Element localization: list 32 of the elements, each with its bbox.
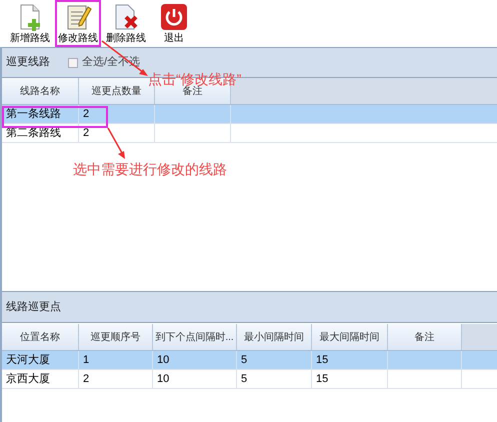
table-row[interactable]: 第一条线路 2 [2,105,497,124]
toolbar-button[interactable]: 删除路线 [106,3,146,44]
table-cell: 10 [153,351,237,369]
table-cell: 天河大厦 [2,351,79,369]
panel-title: 线路巡更点 [6,300,61,315]
toolbar-button[interactable]: 新增路线 [10,3,50,44]
table-cell: 第一条线路 [2,105,79,123]
column-header[interactable]: 位置名称 [2,324,79,350]
table-row[interactable]: 京西大厦 2 10 5 15 [2,370,497,389]
toolbar-button[interactable]: 退出 [154,3,194,44]
toolbar-button[interactable]: 修改路线 [58,3,98,44]
table-cell: 1 [79,351,153,369]
table-cell: 2 [79,105,155,123]
column-header[interactable]: 最大间隔时间 [312,324,388,350]
column-header[interactable]: 最小间隔时间 [237,324,312,350]
table-cell: 15 [312,370,388,388]
table-cell: 10 [153,370,237,388]
table-cell: 2 [79,370,153,388]
annotation-text: 选中需要进行修改的线路 [73,160,227,179]
table-cell: 5 [237,370,312,388]
column-header[interactable]: 线路名称 [2,78,79,104]
arrow [107,127,127,161]
table-cell: 5 [237,351,312,369]
column-header[interactable]: 到下个点间隔时... [153,324,237,350]
table-row[interactable]: 天河大厦 1 10 5 15 [2,351,497,370]
table-cell: 15 [312,351,388,369]
table-cell: 京西大厦 [2,370,79,388]
panel-title: 巡更线路 [6,55,50,70]
column-header[interactable]: 巡更顺序号 [79,324,153,350]
power-icon [160,3,188,31]
table-cell: 2 [79,124,155,142]
checkbox[interactable] [68,58,78,68]
